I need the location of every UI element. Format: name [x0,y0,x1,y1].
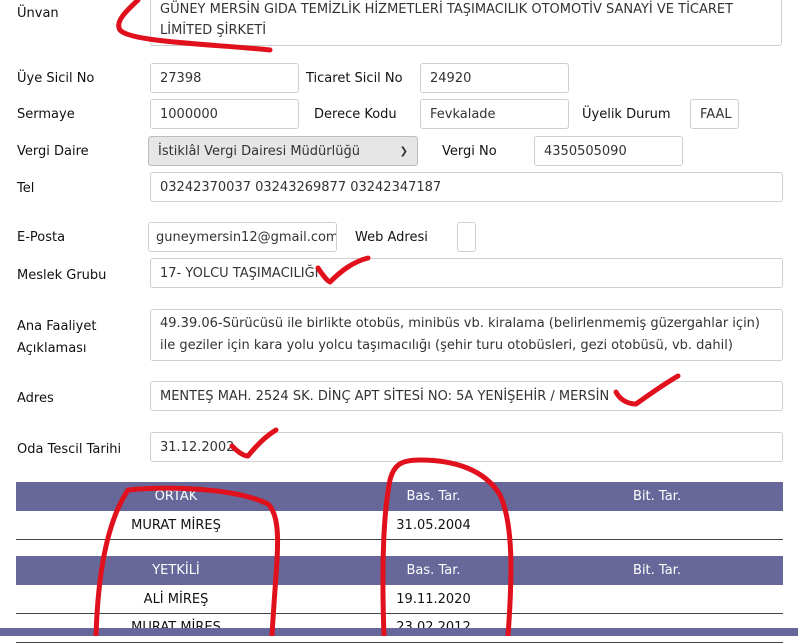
vergi-daire-label: Vergi Daire [17,144,89,159]
tel-value: 03242370037 03243269877 03242347187 [160,179,442,195]
ortak-table: ORTAK Bas. Tar. Bit. Tar. MURAT MİREŞ 31… [16,482,783,540]
uyelik-label: Üyelik Durum [582,107,671,122]
vergi-daire-select[interactable]: İstiklâl Vergi Dairesi Müdürlüğü ❯ [148,136,418,166]
sermaye-label: Sermaye [17,107,75,122]
uye-sicil-field[interactable]: 27398 [150,63,299,93]
vergi-no-value: 4350505090 [544,143,627,159]
uye-sicil-value: 27398 [160,70,202,86]
meslek-value: 17- YOLCU TAŞIMACILIĞI [160,265,319,281]
table-row: ALİ MİREŞ 19.11.2020 [16,585,783,614]
ticaret-sicil-label: Ticaret Sicil No [306,71,403,86]
vergi-no-label: Vergi No [442,144,497,159]
bas-tar-header: Bas. Tar. [406,489,461,504]
oda-tescil-field[interactable]: 31.12.2002 [150,432,783,462]
faaliyet-label-line2: Açıklaması [17,341,87,356]
ortak-name-cell: MURAT MİREŞ [131,517,221,533]
bas-tar-header: Bas. Tar. [406,563,461,578]
unvan-value: GÜNEY MERSİN GIDA TEMİZLİK HİZMETLERİ TA… [160,2,734,38]
bottom-bar [0,628,798,636]
bit-tar-header: Bit. Tar. [633,563,681,578]
ortak-table-header: ORTAK Bas. Tar. Bit. Tar. [16,482,783,511]
oda-tescil-label: Oda Tescil Tarihi [17,442,122,457]
eposta-field[interactable]: guneymersin12@gmail.com [148,222,337,252]
faaliyet-label-line1: Ana Faaliyet [17,319,97,334]
sermaye-value: 1000000 [160,106,218,122]
bit-tar-header: Bit. Tar. [633,489,681,504]
meslek-field[interactable]: 17- YOLCU TAŞIMACILIĞI [150,258,783,288]
web-label: Web Adresi [355,230,428,245]
eposta-label: E-Posta [17,230,66,245]
uye-sicil-label: Üye Sicil No [17,71,95,86]
yetkili-table-header: YETKİLİ Bas. Tar. Bit. Tar. [16,556,783,585]
faaliyet-field[interactable]: 49.39.06-Sürücüsü ile birlikte otobüs, m… [150,309,783,361]
web-field[interactable] [457,222,476,252]
meslek-label: Meslek Grubu [17,268,107,283]
oda-tescil-value: 31.12.2002 [160,439,235,455]
yetkili-header: YETKİLİ [152,563,200,578]
vergi-daire-value: İstiklâl Vergi Dairesi Müdürlüğü [158,143,360,159]
sermaye-field[interactable]: 1000000 [150,99,299,129]
tel-field[interactable]: 03242370037 03243269877 03242347187 [150,172,783,202]
adres-label: Adres [17,391,54,406]
ortak-header: ORTAK [154,489,198,504]
unvan-field[interactable]: GÜNEY MERSİN GIDA TEMİZLİK HİZMETLERİ TA… [150,0,782,46]
table-row: MURAT MİREŞ 31.05.2004 [16,511,783,540]
faaliyet-value: 49.39.06-Sürücüsü ile birlikte otobüs, m… [160,316,760,353]
adres-value: MENTEŞ MAH. 2524 SK. DİNÇ APT SİTESİ NO:… [160,388,610,404]
bas-tar-cell: 19.11.2020 [396,591,471,607]
uyelik-value: FAAL [700,106,732,122]
adres-field[interactable]: MENTEŞ MAH. 2524 SK. DİNÇ APT SİTESİ NO:… [150,381,783,411]
yetkili-name-cell: ALİ MİREŞ [143,591,209,607]
uyelik-field[interactable]: FAAL [690,99,739,129]
derece-label: Derece Kodu [314,107,397,122]
bas-tar-cell: 31.05.2004 [396,517,471,533]
chevron-down-icon: ❯ [399,145,408,157]
ticaret-sicil-field[interactable]: 24920 [420,63,569,93]
unvan-label: Ünvan [17,6,59,21]
derece-field[interactable]: Fevkalade [420,99,569,129]
ticaret-sicil-value: 24920 [430,70,472,86]
eposta-value: guneymersin12@gmail.com [156,229,337,245]
derece-value: Fevkalade [430,106,496,122]
tel-label: Tel [17,181,35,196]
vergi-no-field[interactable]: 4350505090 [534,136,683,166]
